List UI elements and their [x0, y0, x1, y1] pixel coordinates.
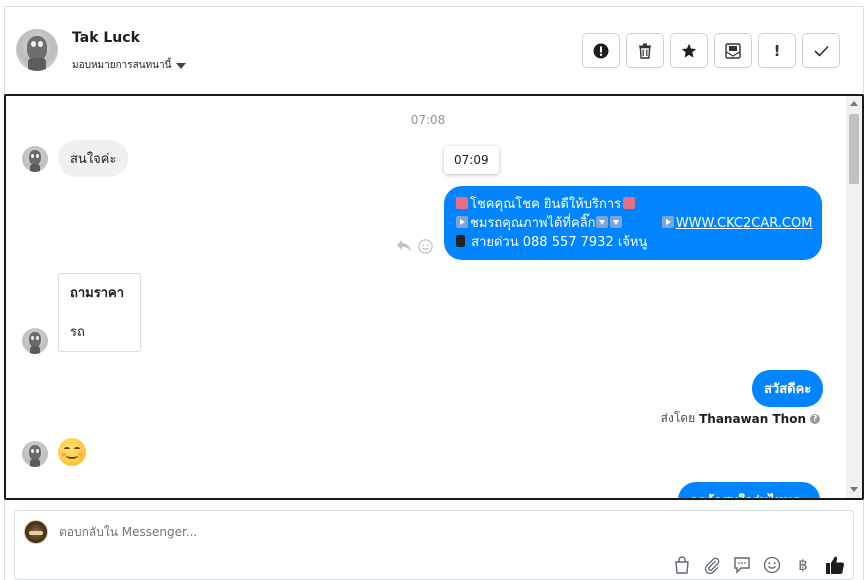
star-button[interactable]	[670, 33, 708, 68]
sent-by-label: ส่งโดย Thanawan Thon ?	[661, 409, 820, 428]
follow-up-button[interactable]: !	[758, 33, 796, 68]
timestamp-tooltip: 07:09	[444, 146, 499, 174]
delete-button[interactable]	[626, 33, 664, 68]
emoji-blush	[78, 453, 83, 456]
saved-replies-icon[interactable]	[733, 556, 751, 574]
mail-archive-icon	[725, 42, 741, 59]
card-body: รถ	[70, 325, 85, 340]
scroll-up-arrow-icon[interactable]	[850, 101, 858, 106]
avatar-eye	[31, 154, 34, 158]
composer-actions: ฿	[673, 555, 845, 575]
scroll-thumb[interactable]	[849, 114, 859, 184]
phone-emoji-icon	[456, 235, 465, 247]
play-emoji-icon	[456, 216, 468, 228]
assign-label: มอบหมายการสนทนานี้	[72, 60, 172, 71]
contact-avatar[interactable]	[16, 29, 58, 71]
react-emoji-icon[interactable]	[418, 239, 433, 254]
contact-avatar-small	[22, 441, 48, 467]
outgoing-message[interactable]: ลูกค้าสนใจรุ่นไหนคะ	[678, 482, 821, 498]
avatar-body	[28, 58, 46, 71]
sender-name[interactable]: Thanawan Thon	[699, 412, 806, 426]
scroll-down-arrow-icon[interactable]	[850, 487, 858, 492]
red-square-emoji-icon	[623, 197, 636, 209]
card-title: ถามราคา	[70, 286, 125, 301]
exclamation-icon: !	[773, 41, 781, 60]
assign-conversation-dropdown[interactable]: มอบหมายการสนทนานี้	[72, 58, 187, 73]
page-avatar	[24, 520, 48, 544]
down-arrow-emoji-icon	[595, 216, 608, 228]
exclamation-circle-icon	[593, 43, 609, 58]
contact-avatar-small	[22, 328, 48, 354]
emoji-eye	[64, 447, 70, 451]
red-square-emoji-icon	[456, 197, 468, 209]
outgoing-message[interactable]: สวัสดีคะ	[752, 370, 824, 407]
smiling-face-emoji-icon[interactable]	[58, 438, 86, 466]
question-icon[interactable]: ?	[810, 413, 820, 424]
baht-payment-icon[interactable]: ฿	[793, 555, 813, 575]
caret-down-icon	[176, 62, 187, 69]
avatar-eye	[36, 449, 39, 453]
avatar-body	[30, 459, 40, 467]
promo-line-3: สายด่วน 088 557 7932 เจ้หนู	[456, 233, 810, 252]
avatar-eye	[31, 336, 34, 340]
contact-avatar-small	[22, 146, 48, 172]
sent-by-prefix: ส่งโดย	[660, 411, 696, 425]
spam-button[interactable]	[582, 33, 620, 68]
message-thread[interactable]: 07:08 สนใจค่ะ 07:09 โชคคุณโชค ยินดีให้บร…	[4, 94, 864, 500]
website-link[interactable]: WWW.CKC2CAR.COM	[676, 216, 813, 231]
promo-text-1: โชคคุณโชค ยินดีให้บริการ	[470, 197, 622, 212]
avatar-eye	[31, 449, 34, 453]
promo-text-3: สายด่วน 088 557 7932 เจ้หนู	[471, 235, 648, 250]
mark-done-button[interactable]	[802, 33, 840, 68]
reply-input[interactable]	[59, 525, 659, 539]
promo-line-2: ชมรถคุณภาพได้ที่คลิ๊ก WWW.CKC2CAR.COM	[456, 214, 813, 233]
avatar-eye	[36, 154, 39, 158]
play-emoji-icon	[661, 216, 674, 228]
paperclip-icon[interactable]	[703, 556, 721, 574]
star-icon	[681, 43, 697, 58]
reply-composer: ฿	[14, 510, 854, 580]
conversation-header: Tak Luck มอบหมายการสนทนานี้ !	[0, 0, 866, 92]
time-separator: 07:08	[410, 113, 446, 127]
promo-line-1: โชคคุณโชค ยินดีให้บริการ	[456, 195, 810, 214]
avatar-body	[30, 346, 40, 354]
avatar-eye	[31, 41, 36, 47]
check-icon	[813, 45, 829, 57]
emoji-eye	[74, 447, 80, 451]
reply-icon[interactable]	[396, 239, 412, 253]
avatar-eye	[36, 336, 39, 340]
avatar-eye	[38, 41, 43, 47]
promo-text-2: ชมรถคุณภาพได้ที่คลิ๊ก	[470, 216, 596, 231]
quick-reply-card[interactable]: ถามราคา รถ	[58, 273, 141, 352]
shopping-bag-icon[interactable]	[673, 556, 691, 574]
avatar-face	[27, 36, 47, 60]
emoji-mouth	[66, 452, 78, 459]
message-actions	[396, 239, 433, 254]
avatar-body	[30, 164, 40, 172]
thread-scrollbar[interactable]	[846, 96, 862, 498]
conversation-toolbar: !	[582, 33, 840, 68]
emoji-picker-icon[interactable]	[763, 556, 781, 574]
contact-name[interactable]: Tak Luck	[72, 30, 140, 46]
archive-button[interactable]	[714, 33, 752, 68]
thumbs-up-icon[interactable]	[825, 555, 845, 575]
trash-icon	[639, 43, 651, 59]
outgoing-promo-message[interactable]: โชคคุณโชค ยินดีให้บริการ ชมรถคุณภาพได้ที…	[444, 186, 822, 260]
down-arrow-emoji-icon	[609, 216, 622, 228]
incoming-message[interactable]: สนใจค่ะ	[58, 140, 129, 177]
